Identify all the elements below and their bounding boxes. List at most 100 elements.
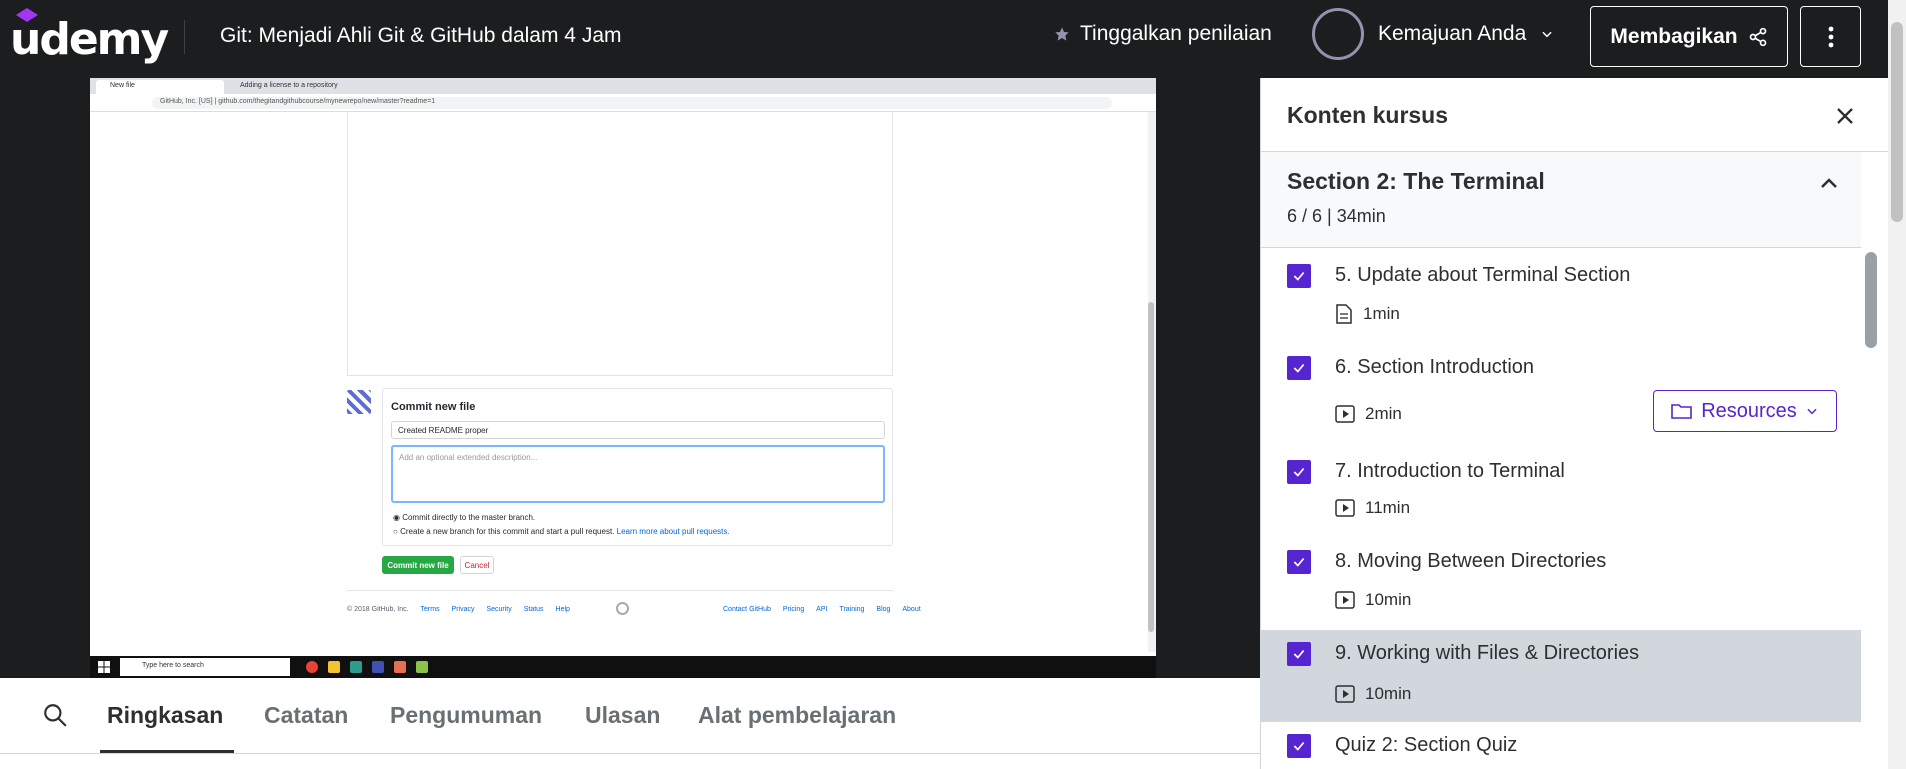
recorded-tab-new-file: New file (96, 80, 224, 94)
sidebar-header: Konten kursus (1261, 78, 1888, 152)
page-scrollbar-thumb[interactable] (1891, 22, 1903, 222)
progress-dropdown[interactable]: Kemajuan Anda (1312, 8, 1554, 60)
star-icon (1055, 27, 1069, 41)
sidebar-scrollbar[interactable] (1865, 252, 1877, 762)
recorded-footer-link: About (902, 606, 921, 613)
page-scrollbar[interactable] (1888, 0, 1906, 769)
more-options-button[interactable] (1800, 6, 1861, 67)
tab-announcements[interactable]: Pengumuman (390, 702, 542, 729)
recorded-taskbar-search: Type here to search (120, 658, 290, 676)
search-icon[interactable] (42, 702, 68, 728)
video-frame[interactable]: New file Adding a license to a repositor… (90, 78, 1156, 678)
close-icon[interactable] (1831, 102, 1859, 130)
sidebar-title: Konten kursus (1287, 102, 1449, 128)
check-icon (1293, 741, 1305, 751)
leave-rating-label: Tinggalkan penilaian (1080, 22, 1272, 45)
recorded-radio-direct: ◉ Commit directly to the master branch. (393, 513, 536, 522)
lecture-title: 8. Moving Between Directories (1335, 550, 1607, 572)
recorded-url-site: GitHub, Inc. [US] (160, 98, 213, 105)
progress-label: Kemajuan Anda (1378, 22, 1527, 45)
recorded-footer-copyright: © 2018 GitHub, Inc. (347, 606, 409, 613)
lecture-title: 7. Introduction to Terminal (1335, 460, 1565, 482)
video-icon (1335, 405, 1355, 423)
lecture-item[interactable]: 5. Update about Terminal Section 1min (1261, 252, 1861, 344)
recorded-commit-box: Commit new file Created README proper Ad… (382, 388, 893, 546)
recorded-footer-link: Security (486, 606, 512, 613)
tab-reviews[interactable]: Ulasan (585, 702, 660, 729)
kebab-menu-icon (1828, 26, 1833, 47)
share-label: Membagikan (1610, 24, 1738, 48)
quiz-item[interactable]: Quiz 2: Section Quiz (1261, 722, 1861, 769)
course-content-sidebar: Konten kursus Section 2: The Terminal 6 … (1260, 78, 1888, 769)
recorded-footer-link: Pricing (782, 606, 805, 613)
recorded-footer-divider (347, 590, 893, 591)
recorded-windows-taskbar: Type here to search (90, 656, 1156, 678)
lecture-item[interactable]: 8. Moving Between Directories 10min (1261, 540, 1861, 630)
lecture-meta: 10min (1335, 590, 1411, 610)
completed-checkbox[interactable] (1287, 264, 1311, 288)
completed-checkbox[interactable] (1287, 642, 1311, 666)
udemy-logo[interactable]: udemy (10, 8, 169, 65)
recorded-footer-link: Training (839, 606, 865, 613)
recorded-github-page: Commit new file Created README proper Ad… (90, 112, 1156, 652)
recorded-scrollbar (1148, 112, 1156, 652)
completed-checkbox[interactable] (1287, 734, 1311, 758)
recorded-browser-tabs: New file Adding a license to a repositor… (90, 78, 1156, 94)
section-title: Section 2: The Terminal (1287, 168, 1545, 194)
video-icon (1335, 499, 1355, 517)
leave-rating-link[interactable]: Tinggalkan penilaian (1054, 22, 1272, 46)
lecture-item[interactable]: 6. Section Introduction 2min Resources (1261, 344, 1861, 450)
tab-learning-tools[interactable]: Alat pembelajaran (698, 702, 896, 729)
recorded-file-editor (347, 112, 893, 376)
lecture-duration: 10min (1365, 684, 1412, 703)
check-icon (1293, 363, 1305, 373)
completed-checkbox[interactable] (1287, 460, 1311, 484)
lecture-item-active[interactable]: 9. Working with Files & Directories 10mi… (1261, 630, 1861, 722)
section-meta: 6 / 6 | 34min (1287, 206, 1386, 226)
recorded-footer-link: Help (555, 606, 570, 613)
lecture-meta: 2min (1335, 404, 1402, 424)
lecture-duration: 1min (1363, 304, 1400, 323)
app-icon (416, 661, 428, 673)
recorded-commit-title: Commit new file (391, 401, 476, 413)
share-icon (1749, 27, 1766, 46)
recorded-cancel-button: Cancel (460, 556, 494, 574)
lecture-tabs-bar: Ringkasan Catatan Pengumuman Ulasan Alat… (0, 678, 1260, 754)
recorded-url: GitHub, Inc. [US] | github.com/thegitand… (152, 97, 1112, 109)
lecture-item[interactable]: 7. Introduction to Terminal 11min (1261, 450, 1861, 540)
completed-checkbox[interactable] (1287, 356, 1311, 380)
github-octocat-icon (616, 602, 629, 615)
lecture-meta: 10min (1335, 684, 1411, 704)
lecture-meta: 1min (1335, 304, 1400, 324)
recorded-radio-branch: ○ Create a new branch for this commit an… (393, 527, 730, 536)
recorded-address-bar: GitHub, Inc. [US] | github.com/thegitand… (90, 94, 1156, 112)
quiz-title: Quiz 2: Section Quiz (1335, 734, 1518, 756)
lecture-title: 9. Working with Files & Directories (1335, 642, 1640, 664)
recorded-url-path: github.com/thegitandgithubcourse/mynewre… (218, 98, 436, 105)
recorded-radio-direct-label: Commit directly to the master branch. (402, 513, 536, 522)
recorded-user-avatar (347, 390, 371, 414)
recorded-footer-left: © 2018 GitHub, Inc. Terms Privacy Securi… (347, 606, 570, 613)
completed-checkbox[interactable] (1287, 550, 1311, 574)
video-icon (1335, 591, 1355, 609)
share-button[interactable]: Membagikan (1590, 6, 1788, 67)
sidebar-scrollbar-thumb[interactable] (1865, 252, 1877, 348)
video-player[interactable]: New file Adding a license to a repositor… (0, 78, 1260, 678)
recorded-footer-right: Contact GitHub Pricing API Training Blog… (723, 606, 921, 613)
tab-overview[interactable]: Ringkasan (107, 702, 223, 729)
document-icon (1336, 304, 1352, 324)
recorded-radio-branch-label: Create a new branch for this commit and … (400, 527, 615, 536)
app-icon (350, 661, 362, 673)
tab-notes[interactable]: Catatan (264, 702, 348, 729)
recorded-footer-link: Privacy (451, 606, 475, 613)
lecture-duration: 10min (1365, 590, 1412, 609)
chevron-down-icon (1542, 31, 1552, 38)
recorded-commit-message: Created README proper (391, 421, 885, 439)
section-header[interactable]: Section 2: The Terminal 6 / 6 | 34min (1261, 152, 1861, 248)
active-tab-indicator (100, 750, 234, 753)
header-divider (184, 20, 185, 54)
windows-start-icon (98, 661, 110, 673)
folder-open-icon (1671, 404, 1692, 419)
course-title[interactable]: Git: Menjadi Ahli Git & GitHub dalam 4 J… (220, 24, 622, 48)
resources-button[interactable]: Resources (1653, 390, 1837, 432)
